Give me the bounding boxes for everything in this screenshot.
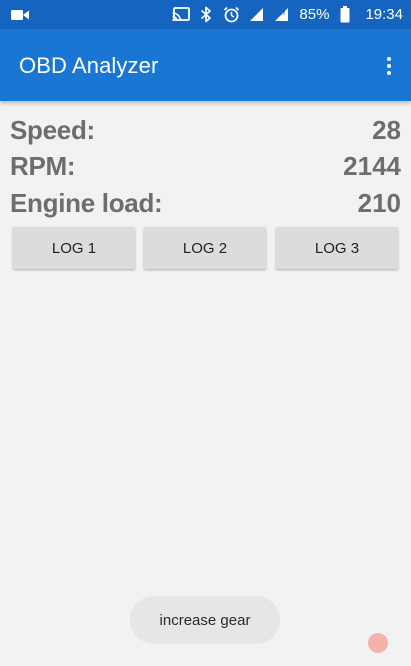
bluetooth-icon — [197, 6, 215, 24]
status-icons: R 85% 19:34 — [172, 0, 403, 29]
speed-row: Speed: 28 — [10, 113, 401, 147]
rpm-label: RPM: — [10, 150, 76, 181]
rpm-row: RPM: 2144 — [10, 149, 401, 183]
alarm-clock-icon — [222, 6, 240, 24]
cast-icon — [172, 6, 191, 24]
battery-icon — [336, 6, 354, 24]
svg-text:R: R — [281, 11, 286, 17]
menu-dot — [387, 57, 391, 61]
signal-icon — [247, 6, 265, 24]
log-2-button[interactable]: LOG 2 — [144, 227, 266, 269]
toast-message: increase gear — [130, 596, 280, 644]
status-time: 19:34 — [365, 6, 403, 23]
battery-percent: 85% — [299, 6, 330, 23]
status-bar: R 85% 19:34 — [0, 0, 411, 29]
rpm-value: 2144 — [343, 150, 401, 181]
touch-indicator — [368, 633, 388, 653]
log-3-button[interactable]: LOG 3 — [276, 227, 398, 269]
app-bar: OBD Analyzer — [0, 29, 411, 101]
video-camera-icon — [11, 8, 29, 20]
log-buttons: LOG 1 LOG 2 LOG 3 — [13, 227, 398, 269]
engine-load-value: 210 — [357, 187, 401, 218]
speed-value: 28 — [372, 114, 401, 145]
menu-dot — [387, 71, 391, 75]
engine-load-label: Engine load: — [10, 187, 163, 218]
log-1-button[interactable]: LOG 1 — [13, 227, 135, 269]
menu-dot — [387, 64, 391, 68]
engine-load-row: Engine load: 210 — [10, 186, 401, 220]
overflow-menu-icon[interactable] — [381, 55, 397, 77]
speed-label: Speed: — [10, 114, 95, 145]
signal-roaming-icon: R — [272, 6, 290, 24]
app-title: OBD Analyzer — [19, 53, 159, 78]
